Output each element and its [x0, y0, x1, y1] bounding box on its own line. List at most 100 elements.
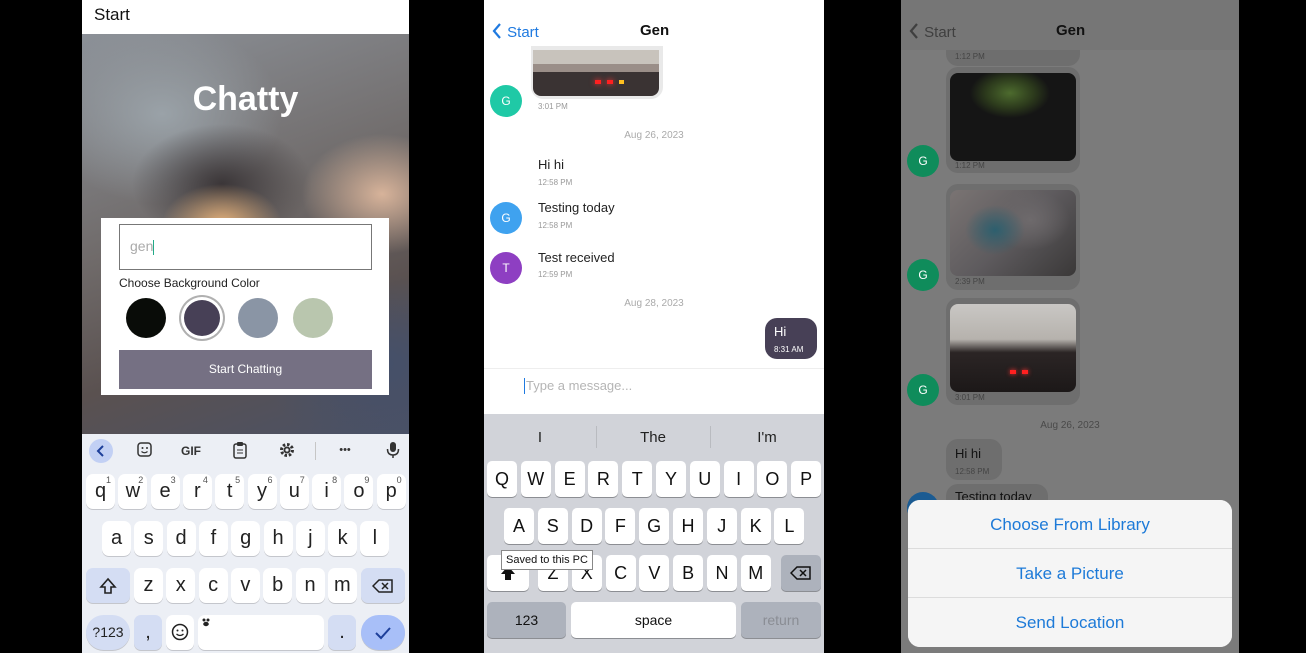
image-message[interactable]: 2:39 PM: [946, 184, 1080, 290]
message-input[interactable]: Type a message...: [484, 368, 824, 414]
key-u[interactable]: U: [689, 461, 720, 497]
key-n[interactable]: N: [707, 555, 737, 591]
key-p[interactable]: p0: [376, 474, 406, 509]
image-message[interactable]: 3:01 PM: [946, 298, 1080, 405]
message-time: 12:58 PM: [955, 467, 990, 476]
key-f[interactable]: F: [605, 508, 636, 544]
key-j[interactable]: J: [706, 508, 737, 544]
key-t[interactable]: t5: [215, 474, 245, 509]
key-f[interactable]: f: [198, 521, 228, 556]
key-d[interactable]: D: [571, 508, 602, 544]
key-c[interactable]: C: [605, 555, 636, 591]
color-swatch-black[interactable]: [126, 298, 166, 338]
key-h[interactable]: H: [673, 508, 703, 544]
microphone-icon[interactable]: [384, 440, 402, 460]
send-location-button[interactable]: Send Location: [908, 598, 1232, 647]
start-chatting-button[interactable]: Start Chatting: [119, 350, 372, 389]
suggestion-item[interactable]: I'm: [711, 429, 823, 446]
color-swatch-purple[interactable]: [184, 300, 220, 336]
name-input[interactable]: gen: [119, 224, 372, 270]
key-o[interactable]: O: [757, 461, 788, 497]
clipboard-icon[interactable]: [231, 441, 249, 459]
key-h[interactable]: h: [263, 521, 293, 556]
message-image[interactable]: [950, 73, 1076, 161]
back-button[interactable]: Start: [908, 22, 956, 41]
back-button[interactable]: Start: [491, 22, 539, 41]
key-r[interactable]: R: [588, 461, 619, 497]
key-p[interactable]: P: [791, 461, 822, 497]
space-key[interactable]: [198, 615, 324, 650]
gif-button[interactable]: GIF: [178, 444, 204, 468]
message-bubble[interactable]: Hi hi 12:58 PM: [946, 439, 1002, 480]
key-v[interactable]: v: [230, 568, 260, 603]
key-y[interactable]: y6: [247, 474, 277, 509]
key-k[interactable]: K: [740, 508, 771, 544]
key-q[interactable]: q1: [86, 474, 115, 509]
image-message[interactable]: 1:12 PM: [946, 67, 1080, 173]
key-g[interactable]: G: [639, 508, 670, 544]
key-x[interactable]: x: [166, 568, 196, 603]
key-label: b: [272, 574, 284, 596]
key-o[interactable]: o9: [344, 474, 374, 509]
key-b[interactable]: b: [263, 568, 293, 603]
color-swatch-blue-gray[interactable]: [238, 298, 278, 338]
numbers-key[interactable]: 123: [487, 602, 566, 638]
image-message[interactable]: 1:12 PM: [946, 50, 1080, 66]
key-b[interactable]: B: [673, 555, 704, 591]
key-k[interactable]: k: [328, 521, 358, 556]
key-a[interactable]: a: [102, 521, 131, 556]
key-m[interactable]: M: [740, 555, 771, 591]
key-t[interactable]: T: [622, 461, 653, 497]
key-d[interactable]: d: [166, 521, 196, 556]
take-picture-button[interactable]: Take a Picture: [908, 549, 1232, 598]
message-image[interactable]: [950, 190, 1076, 276]
key-m[interactable]: m: [327, 568, 357, 603]
backspace-key[interactable]: [781, 555, 821, 591]
key-w[interactable]: W: [520, 461, 551, 497]
sticker-icon[interactable]: [136, 441, 154, 459]
key-y[interactable]: Y: [656, 461, 686, 497]
message-image[interactable]: [950, 304, 1076, 392]
comma-key[interactable]: ,: [134, 615, 162, 650]
key-a[interactable]: A: [504, 508, 534, 544]
space-key[interactable]: space: [571, 602, 736, 638]
message-time: 3:01 PM: [955, 393, 985, 402]
chat-screen-action-sheet: Start Gen 1:12 PM 1:12 PM G 2:39 PM G 3:…: [901, 0, 1239, 653]
key-e[interactable]: e3: [150, 474, 180, 509]
key-g[interactable]: g: [231, 521, 261, 556]
key-label: space: [634, 612, 673, 628]
key-j[interactable]: j: [295, 521, 325, 556]
key-n[interactable]: n: [295, 568, 325, 603]
key-s[interactable]: S: [537, 508, 568, 544]
key-z[interactable]: z: [134, 568, 163, 603]
emoji-key[interactable]: [166, 615, 194, 650]
return-key[interactable]: return: [741, 602, 821, 638]
key-i[interactable]: I: [723, 461, 754, 497]
key-q[interactable]: Q: [487, 461, 517, 497]
key-e[interactable]: E: [554, 461, 585, 497]
suggestion-item[interactable]: I: [484, 429, 596, 446]
period-key[interactable]: .: [328, 615, 356, 650]
more-button[interactable]: •••: [332, 444, 358, 468]
symbols-key[interactable]: ?123: [86, 615, 130, 650]
choose-from-library-button[interactable]: Choose From Library: [908, 500, 1232, 549]
keyboard-collapse-button[interactable]: [89, 439, 113, 463]
sent-message-bubble[interactable]: Hi 8:31 AM: [765, 318, 817, 359]
color-swatch-green[interactable]: [293, 298, 333, 338]
key-u[interactable]: u7: [279, 474, 309, 509]
backspace-key[interactable]: [361, 568, 405, 603]
key-c[interactable]: c: [198, 568, 228, 603]
key-r[interactable]: r4: [182, 474, 212, 509]
enter-key[interactable]: [361, 615, 405, 650]
key-w[interactable]: w2: [118, 474, 148, 509]
shift-key[interactable]: [86, 568, 130, 603]
key-s[interactable]: s: [134, 521, 164, 556]
gear-icon[interactable]: [278, 441, 296, 459]
key-v[interactable]: V: [639, 555, 670, 591]
suggestion-item[interactable]: The: [597, 429, 709, 446]
key-l[interactable]: l: [360, 521, 390, 556]
image-message[interactable]: [531, 46, 663, 99]
key-l[interactable]: L: [774, 508, 805, 544]
message-image[interactable]: [533, 50, 659, 96]
key-i[interactable]: i8: [312, 474, 342, 509]
